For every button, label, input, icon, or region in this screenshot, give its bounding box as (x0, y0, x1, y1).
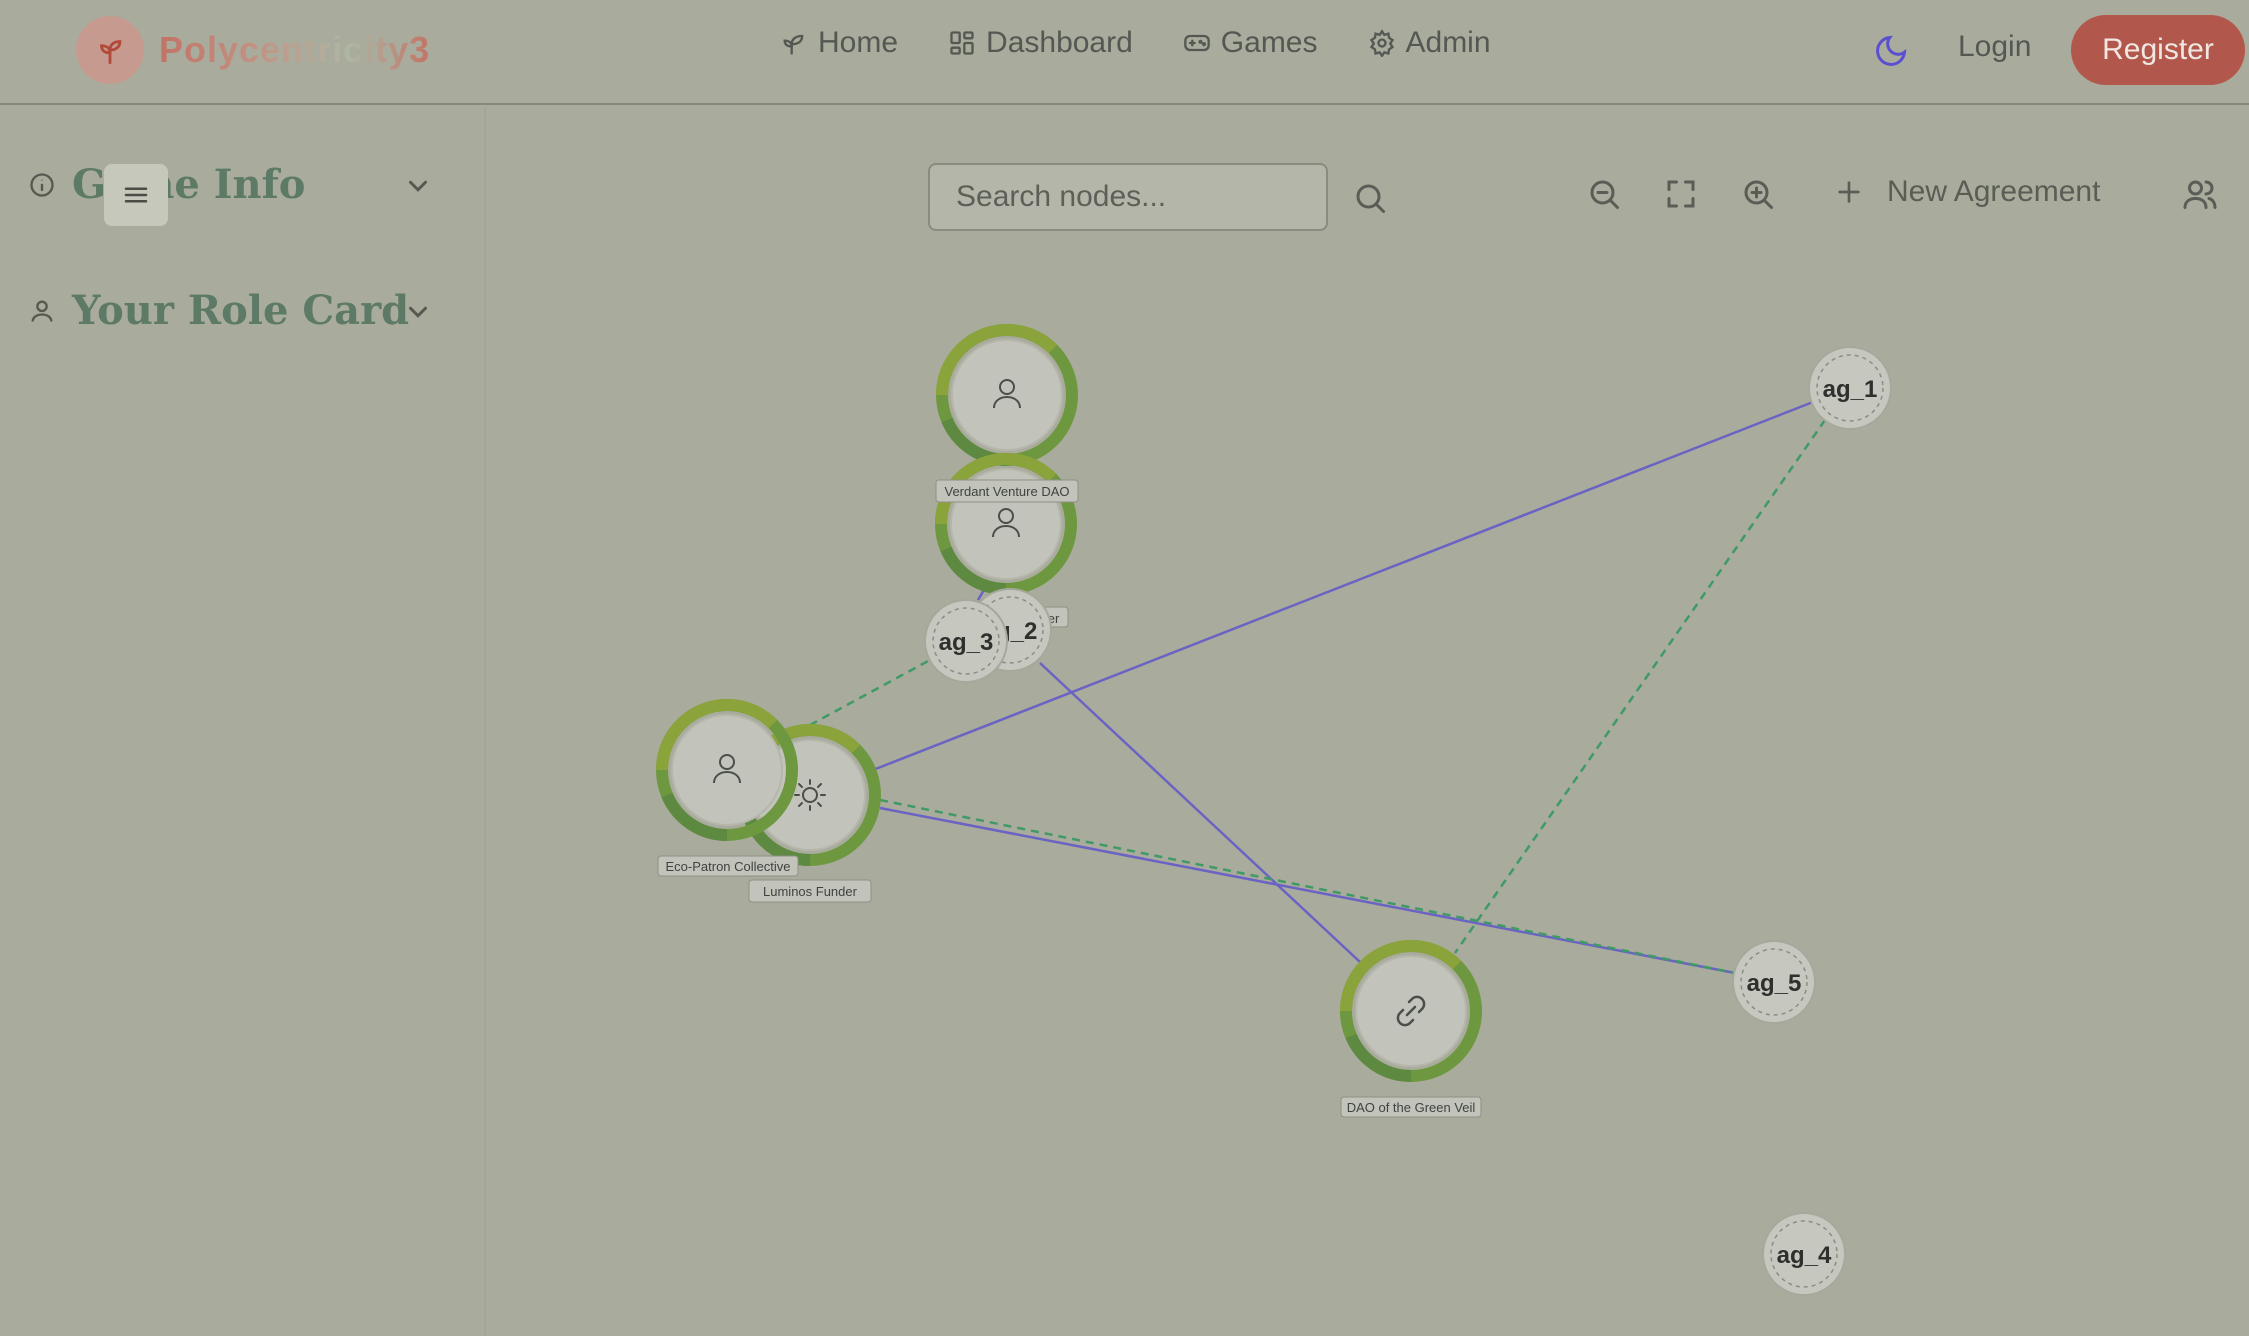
new-agreement-label: New Agreement (1887, 175, 2101, 208)
nav-home[interactable]: Home (780, 26, 898, 60)
role-card-title: Your Role Card (72, 287, 410, 334)
moon-icon[interactable] (1873, 33, 1909, 69)
agreement-node[interactable]: ag_5 (1732, 940, 1816, 1024)
fit-view-icon[interactable] (1663, 176, 1699, 212)
nav-admin[interactable]: Admin (1368, 26, 1491, 60)
sprout-logo-icon (76, 16, 144, 84)
gear-icon (1369, 29, 1394, 57)
nav-games-label: Games (1220, 26, 1318, 59)
plus-icon (1838, 181, 1860, 203)
zoom-out-icon[interactable] (1586, 176, 1622, 212)
role-card-section[interactable]: Your Role Card (28, 287, 409, 334)
edge-dashed (809, 658, 931, 727)
agreement-node[interactable]: ag_3 (924, 599, 1008, 683)
agreement-label: ag_3 (939, 629, 994, 656)
edge-solid (879, 806, 1736, 975)
agreement-label: ag_4 (1777, 1242, 1832, 1269)
node-label: Verdant Venture DAO (944, 484, 1069, 499)
top-navbar: Polycentricity3 Home Dashboard Games Adm… (0, 0, 2249, 105)
sprout-icon (783, 34, 804, 55)
user-icon (31, 300, 53, 322)
main-nav: Home Dashboard Games Admin (780, 26, 1491, 60)
agreement-node[interactable]: ag_1 (1808, 346, 1892, 430)
search-input[interactable] (928, 163, 1328, 231)
nav-dashboard[interactable]: Dashboard (948, 26, 1133, 60)
chevron-down-icon[interactable] (403, 171, 433, 201)
agreement-label: ag_5 (1747, 970, 1802, 997)
chevron-down-icon[interactable] (403, 297, 433, 327)
register-button[interactable]: Register (2071, 15, 2245, 85)
node-label: Luminos Funder (763, 884, 858, 899)
node-label: Eco-Patron Collective (666, 859, 791, 874)
zoom-in-icon[interactable] (1740, 176, 1776, 212)
actor-node[interactable] (942, 330, 1072, 460)
dashboard-icon (950, 31, 974, 55)
nav-home-label: Home (818, 26, 899, 59)
users-icon[interactable] (2182, 176, 2218, 212)
sidebar: Game Info Your Role Card (0, 107, 486, 1336)
edge-solid (1039, 662, 1361, 963)
app-name: Polycentricity3 (159, 29, 431, 70)
agreement-label: ag_1 (1823, 376, 1878, 403)
menu-toggle-button[interactable] (104, 164, 168, 226)
agreement-node[interactable]: ag_4 (1762, 1212, 1846, 1296)
new-agreement-button[interactable]: New Agreement (1833, 175, 2100, 209)
actor-node[interactable] (941, 459, 1071, 589)
login-link[interactable]: Login (1958, 30, 2031, 64)
actor-node[interactable] (1346, 946, 1476, 1076)
gamepad-icon (1183, 34, 1210, 52)
nav-dashboard-label: Dashboard (986, 26, 1133, 59)
search-icon[interactable] (1352, 180, 1388, 216)
node-label: DAO of the Green Veil (1347, 1100, 1476, 1115)
hamburger-icon (124, 187, 148, 203)
actor-node[interactable] (662, 705, 792, 835)
nav-games[interactable]: Games (1183, 26, 1318, 60)
nav-admin-label: Admin (1405, 26, 1491, 59)
edge-dashed (1453, 419, 1827, 954)
app-logo[interactable]: Polycentricity3 (76, 16, 430, 84)
info-icon (30, 172, 54, 197)
